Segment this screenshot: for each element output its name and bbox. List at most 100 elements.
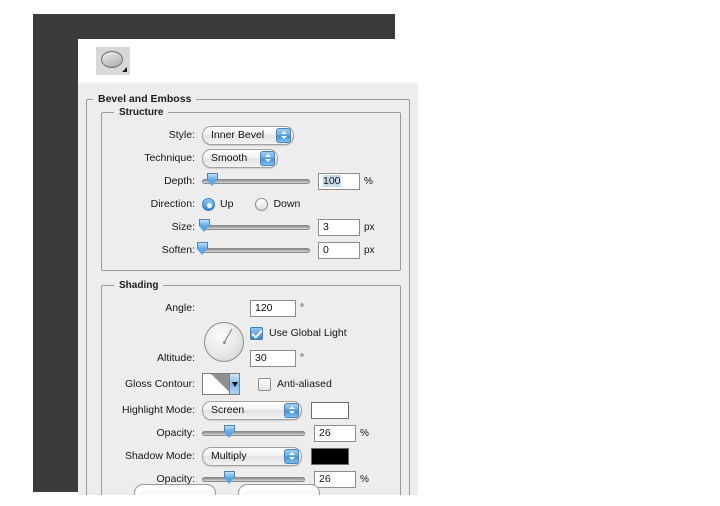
slider-thumb[interactable]	[223, 425, 235, 438]
resize-corner-icon	[122, 67, 127, 72]
row-direction: Direction: Up Down	[110, 193, 392, 215]
label-depth: Depth:	[164, 175, 195, 187]
label-highlight-mode: Highlight Mode:	[122, 404, 195, 416]
highlight-mode-dropdown[interactable]: Screen	[202, 400, 302, 420]
dialog-button-left[interactable]	[134, 484, 216, 495]
layer-style-preview-ellipse	[101, 51, 123, 68]
group-title-structure: Structure	[119, 107, 164, 118]
label-shadow-mode: Shadow Mode:	[124, 450, 195, 462]
checkbox-use-global-light[interactable]: Use Global Light	[250, 326, 347, 340]
altitude-value: 30	[255, 352, 267, 364]
slider-thumb[interactable]	[199, 219, 211, 232]
radio-label-down: Down	[273, 198, 301, 210]
row-soften: Soften: 0 px	[110, 239, 392, 261]
group-title-bevel-and-emboss: Bevel and Emboss	[98, 93, 192, 105]
chevron-updown-icon	[284, 402, 299, 418]
style-dropdown[interactable]: Inner Bevel	[202, 125, 294, 145]
radio-direction-down[interactable]: Down	[255, 197, 301, 211]
row-altitude: Altitude: 30 °	[110, 347, 392, 369]
label-angle: Angle:	[165, 302, 195, 314]
shadow-opacity-unit: %	[360, 473, 369, 485]
group-bevel-and-emboss: Bevel and Emboss Structure Style: Inner …	[86, 93, 410, 495]
soften-input[interactable]: 0	[318, 241, 360, 259]
altitude-unit: °	[300, 352, 304, 364]
checkbox-icon	[250, 326, 263, 340]
row-angle: Angle: 120 °	[110, 297, 392, 319]
label-technique: Technique:	[144, 152, 195, 164]
checkbox-anti-aliased[interactable]: Anti-aliased	[258, 377, 332, 391]
shadow-mode-value: Multiply	[211, 450, 247, 462]
slider-track	[202, 225, 310, 230]
label-anti-aliased: Anti-aliased	[277, 378, 332, 390]
depth-slider[interactable]	[202, 173, 310, 189]
slider-track	[202, 248, 310, 253]
row-highlight-mode: Highlight Mode: Screen	[110, 399, 392, 421]
angle-input[interactable]: 120	[250, 299, 296, 317]
highlight-opacity-unit: %	[360, 427, 369, 439]
row-technique: Technique: Smooth	[110, 147, 392, 169]
depth-input[interactable]: 100	[318, 172, 360, 190]
label-altitude: Altitude:	[157, 352, 195, 364]
size-unit: px	[364, 221, 375, 233]
radio-label-up: Up	[220, 198, 234, 210]
angle-value: 120	[255, 302, 273, 314]
technique-value: Smooth	[211, 152, 248, 164]
size-slider[interactable]	[199, 219, 310, 235]
group-title-shading: Shading	[119, 280, 159, 291]
slider-thumb[interactable]	[206, 173, 218, 186]
layer-style-dialog: Bevel and Emboss Structure Style: Inner …	[78, 39, 418, 495]
slider-track	[202, 179, 310, 184]
row-depth: Depth: 100 %	[110, 170, 392, 192]
checkbox-icon	[258, 377, 271, 391]
technique-dropdown[interactable]: Smooth	[202, 148, 278, 168]
slider-track	[202, 477, 305, 482]
chevron-updown-icon	[260, 150, 275, 166]
highlight-mode-value: Screen	[211, 404, 245, 416]
angle-hub-icon	[222, 340, 226, 344]
radio-dot-icon	[202, 197, 215, 211]
row-size: Size: 3 px	[110, 216, 392, 238]
label-use-global-light: Use Global Light	[269, 327, 347, 339]
radio-dot-icon	[255, 197, 269, 211]
group-structure: Structure Style: Inner Bevel Technique: …	[101, 107, 401, 271]
label-size: Size:	[171, 221, 195, 233]
label-style: Style:	[168, 129, 195, 141]
size-value: 3	[323, 221, 329, 233]
label-gloss-contour: Gloss Contour:	[124, 378, 195, 390]
row-shadow-mode: Shadow Mode: Multiply	[110, 445, 392, 467]
slider-thumb[interactable]	[223, 471, 235, 484]
dialog-button-right[interactable]	[238, 484, 320, 495]
row-global-light: Use Global Light	[110, 320, 392, 362]
depth-value: 100	[323, 175, 341, 187]
chevron-updown-icon	[284, 448, 299, 464]
soften-slider[interactable]	[197, 242, 310, 258]
settings-pane: Bevel and Emboss Structure Style: Inner …	[78, 83, 418, 495]
slider-thumb[interactable]	[197, 242, 208, 255]
style-value: Inner Bevel	[211, 129, 265, 141]
screenshot-root: Bevel and Emboss Structure Style: Inner …	[0, 0, 720, 506]
shadow-mode-dropdown[interactable]: Multiply	[202, 446, 302, 466]
gloss-contour-swatch[interactable]	[202, 373, 240, 395]
dialog-button-row	[78, 484, 418, 495]
shadow-color-swatch[interactable]	[311, 447, 349, 465]
highlight-color-swatch[interactable]	[311, 401, 349, 419]
contour-dropdown-arrow[interactable]	[229, 374, 239, 394]
highlight-opacity-input[interactable]: 26	[314, 424, 356, 442]
row-style: Style: Inner Bevel	[110, 124, 392, 146]
angle-dial[interactable]	[204, 322, 244, 362]
soften-unit: px	[364, 244, 375, 256]
label-soften: Soften:	[161, 244, 195, 256]
row-gloss-contour: Gloss Contour: Anti-aliased	[110, 370, 392, 398]
window-chrome: Bevel and Emboss Structure Style: Inner …	[33, 14, 418, 495]
group-shading: Shading Angle: 120 ° Use Global Light Al…	[101, 280, 401, 495]
size-input[interactable]: 3	[318, 218, 360, 236]
highlight-opacity-slider[interactable]	[202, 425, 305, 441]
layer-style-preview-thumbnail[interactable]	[96, 47, 130, 75]
label-highlight-opacity: Opacity:	[156, 427, 195, 439]
angle-unit: °	[300, 302, 304, 314]
soften-value: 0	[323, 244, 329, 256]
altitude-input[interactable]: 30	[250, 349, 296, 367]
row-highlight-opacity: Opacity: 26 %	[110, 422, 392, 444]
radio-direction-up[interactable]: Up	[202, 197, 234, 211]
chevron-updown-icon	[276, 127, 291, 143]
